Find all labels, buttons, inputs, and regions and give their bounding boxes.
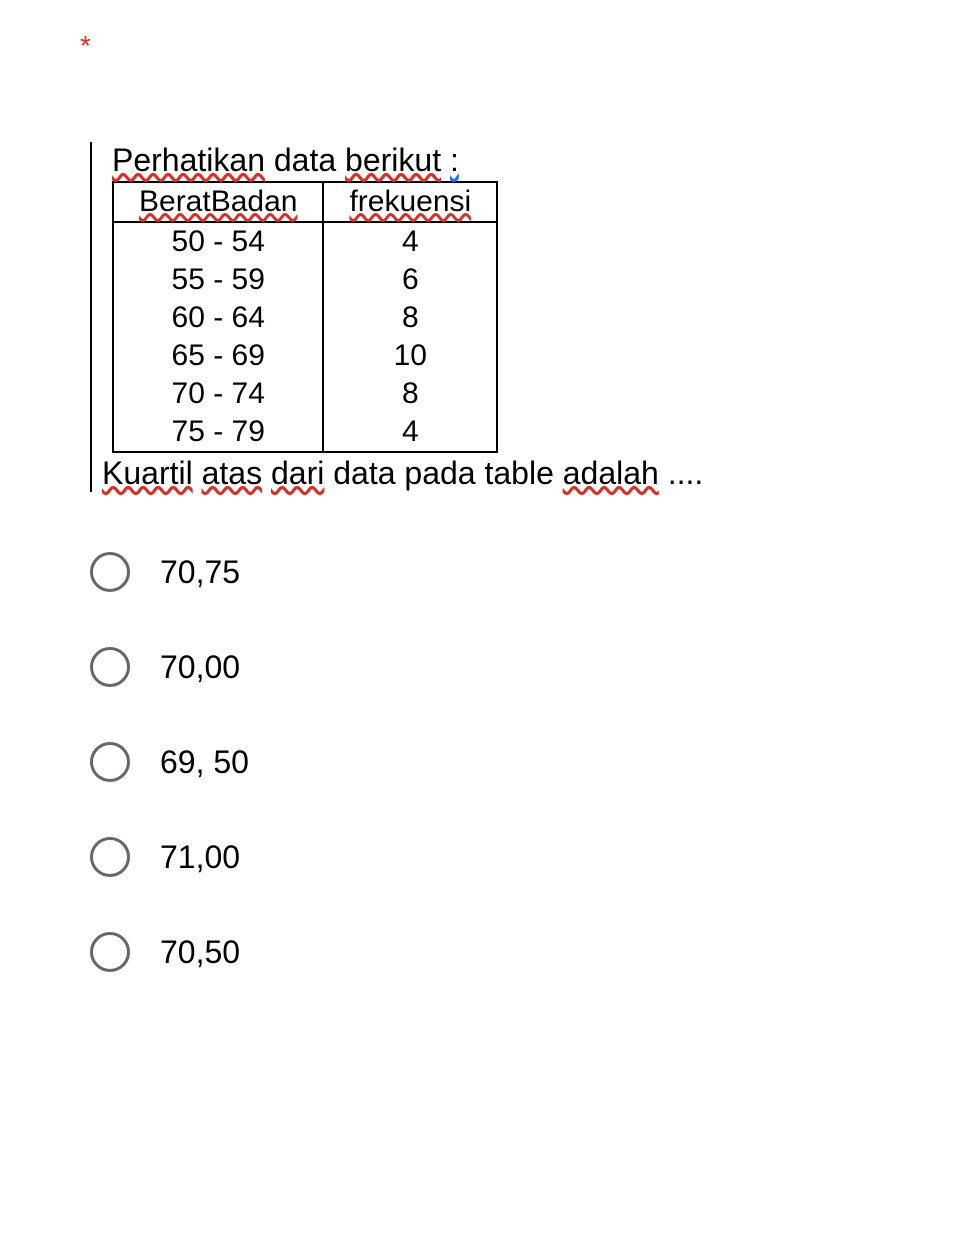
footer-word-4: data pada table bbox=[333, 455, 554, 491]
footer-word-1: Kuartil bbox=[102, 455, 193, 491]
cell-freq: 6 bbox=[323, 261, 497, 299]
cell-range: 65 - 69 bbox=[113, 337, 323, 375]
cell-range: 50 - 54 bbox=[113, 222, 323, 261]
option-2[interactable]: 70,00 bbox=[90, 647, 923, 687]
cell-range: 60 - 64 bbox=[113, 299, 323, 337]
radio-icon[interactable] bbox=[90, 647, 130, 687]
cell-freq: 8 bbox=[323, 299, 497, 337]
title-word-4: : bbox=[450, 142, 459, 178]
option-4[interactable]: 71,00 bbox=[90, 837, 923, 877]
question-title: Perhatikan data berikut : bbox=[92, 142, 932, 179]
cell-range: 75 - 79 bbox=[113, 413, 323, 452]
footer-word-3: dari bbox=[271, 455, 324, 491]
radio-icon[interactable] bbox=[90, 742, 130, 782]
footer-word-2: atas bbox=[202, 455, 262, 491]
footer-word-6: .... bbox=[668, 455, 704, 491]
option-1[interactable]: 70,75 bbox=[90, 552, 923, 592]
option-label: 69, 50 bbox=[160, 744, 249, 781]
header-col2-text: frekuensi bbox=[349, 185, 471, 218]
radio-icon[interactable] bbox=[90, 932, 130, 972]
header-col1-text: BeratBadan bbox=[139, 185, 297, 218]
cell-freq: 10 bbox=[323, 337, 497, 375]
option-label: 71,00 bbox=[160, 839, 240, 876]
question-block: Perhatikan data berikut : BeratBadan fre… bbox=[90, 142, 932, 492]
radio-icon[interactable] bbox=[90, 552, 130, 592]
question-footer: Kuartil atas dari data pada table adalah… bbox=[92, 455, 932, 492]
table-row: 70 - 74 8 bbox=[113, 375, 497, 413]
table-row: 50 - 54 4 bbox=[113, 222, 497, 261]
required-asterisk: * bbox=[80, 30, 923, 62]
option-label: 70,00 bbox=[160, 649, 240, 686]
table-row: 55 - 59 6 bbox=[113, 261, 497, 299]
options-group: 70,75 70,00 69, 50 71,00 70,50 bbox=[90, 552, 923, 972]
table-row: 65 - 69 10 bbox=[113, 337, 497, 375]
title-word-2: data bbox=[274, 142, 336, 178]
header-col1: BeratBadan bbox=[113, 182, 323, 222]
footer-word-5: adalah bbox=[563, 455, 659, 491]
title-word-3: berikut bbox=[345, 142, 441, 178]
cell-range: 55 - 59 bbox=[113, 261, 323, 299]
option-label: 70,50 bbox=[160, 934, 240, 971]
table-row: 75 - 79 4 bbox=[113, 413, 497, 452]
title-word-1: Perhatikan bbox=[112, 142, 265, 178]
table-row: 60 - 64 8 bbox=[113, 299, 497, 337]
option-label: 70,75 bbox=[160, 554, 240, 591]
option-3[interactable]: 69, 50 bbox=[90, 742, 923, 782]
cell-freq: 4 bbox=[323, 222, 497, 261]
quiz-question-page: * Perhatikan data berikut : BeratBadan f… bbox=[0, 0, 953, 1087]
data-table: BeratBadan frekuensi 50 - 54 4 55 - 59 6… bbox=[112, 181, 498, 453]
radio-icon[interactable] bbox=[90, 837, 130, 877]
cell-freq: 4 bbox=[323, 413, 497, 452]
cell-range: 70 - 74 bbox=[113, 375, 323, 413]
header-col2: frekuensi bbox=[323, 182, 497, 222]
cell-freq: 8 bbox=[323, 375, 497, 413]
table-header-row: BeratBadan frekuensi bbox=[113, 182, 497, 222]
option-5[interactable]: 70,50 bbox=[90, 932, 923, 972]
